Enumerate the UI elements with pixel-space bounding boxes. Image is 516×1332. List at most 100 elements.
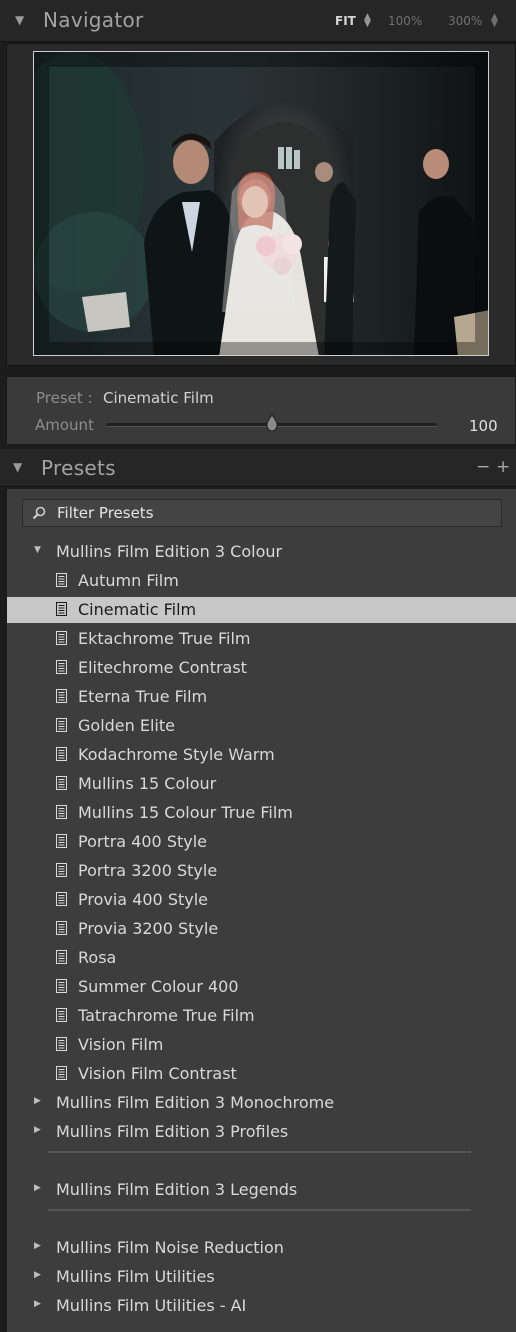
- preset-document-icon: [56, 1008, 67, 1022]
- preset-item-row[interactable]: Vision Film Contrast: [7, 1061, 516, 1087]
- preset-document-icon: [56, 602, 67, 616]
- preset-folder-label: Mullins Film Edition 3 Profiles: [56, 1122, 289, 1141]
- preset-document-icon: [56, 805, 67, 819]
- preset-document-icon: [56, 950, 67, 964]
- preset-item-label: Tatrachrome True Film: [78, 1006, 255, 1025]
- navigator-panel: [6, 43, 516, 366]
- preset-item-row[interactable]: Provia 400 Style: [7, 887, 516, 913]
- navigator-preview-image[interactable]: [33, 51, 489, 356]
- preset-document-icon: [56, 573, 67, 587]
- preset-item-label: Portra 3200 Style: [78, 861, 218, 880]
- preset-label: Preset :: [36, 389, 93, 407]
- preset-document-icon: [56, 718, 67, 732]
- add-preset-button[interactable]: +: [496, 457, 510, 477]
- preset-item-label: Portra 400 Style: [78, 832, 207, 851]
- preset-item-row[interactable]: Cinematic Film: [7, 597, 516, 623]
- triangle-right-icon[interactable]: ▶: [34, 1241, 41, 1251]
- preset-item-row[interactable]: Rosa: [7, 945, 516, 971]
- filter-presets-input[interactable]: Filter Presets: [22, 499, 502, 527]
- preset-item-label: Provia 400 Style: [78, 890, 208, 909]
- preset-item-label: Rosa: [78, 948, 117, 967]
- preset-folder-label: Mullins Film Edition 3 Legends: [56, 1180, 298, 1199]
- preset-document-icon: [56, 747, 67, 761]
- preset-folder-row[interactable]: ▶ Mullins Film Edition 3 Profiles: [7, 1119, 516, 1145]
- zoom-fit-stepper-icon[interactable]: ▲ ▼: [364, 13, 371, 29]
- preset-folder-row[interactable]: ▶ Mullins Film Noise Reduction: [7, 1235, 516, 1261]
- preset-item-label: Vision Film: [78, 1035, 164, 1054]
- group-divider: [48, 1209, 471, 1211]
- preset-document-icon: [56, 660, 67, 674]
- preset-folder-row[interactable]: ▶ Mullins Film Edition 3 Monochrome: [7, 1090, 516, 1116]
- preset-item-label: Golden Elite: [78, 716, 175, 735]
- preset-folder-label: Mullins Film Edition 3 Colour: [56, 542, 283, 561]
- preset-document-icon: [56, 776, 67, 790]
- amount-label: Amount: [35, 416, 94, 434]
- triangle-down-icon[interactable]: ▼: [34, 545, 41, 555]
- preset-item-row[interactable]: Autumn Film: [7, 568, 516, 594]
- preset-folder-label: Mullins Film Utilities: [56, 1267, 215, 1286]
- zoom-300-button[interactable]: 300%: [448, 14, 482, 28]
- preset-item-row[interactable]: Portra 3200 Style: [7, 858, 516, 884]
- collapse-triangle-icon[interactable]: ▼: [13, 460, 22, 474]
- preset-item-label: Cinematic Film: [78, 600, 197, 619]
- preset-folder-row[interactable]: ▶ Mullins Film Edition 3 Legends: [7, 1177, 516, 1203]
- presets-header[interactable]: ▼ Presets − +: [0, 449, 516, 487]
- triangle-right-icon[interactable]: ▶: [34, 1096, 41, 1106]
- preset-item-row[interactable]: Portra 400 Style: [7, 829, 516, 855]
- triangle-right-icon[interactable]: ▶: [34, 1125, 41, 1135]
- preset-item-label: Vision Film Contrast: [78, 1064, 237, 1083]
- preset-document-icon: [56, 834, 67, 848]
- presets-title: Presets: [41, 456, 116, 480]
- group-divider: [48, 1151, 471, 1153]
- preset-folder-label: Mullins Film Noise Reduction: [56, 1238, 284, 1257]
- preset-folder-row[interactable]: ▶ Mullins Film Utilities: [7, 1264, 516, 1290]
- remove-preset-button[interactable]: −: [476, 457, 490, 477]
- zoom-300-stepper-icon[interactable]: ▲ ▼: [491, 13, 498, 29]
- preset-item-label: Provia 3200 Style: [78, 919, 219, 938]
- preset-item-row[interactable]: Eterna True Film: [7, 684, 516, 710]
- preset-item-row[interactable]: Ektachrome True Film: [7, 626, 516, 652]
- amount-slider-thumb[interactable]: [265, 414, 279, 432]
- preset-item-label: Autumn Film: [78, 571, 179, 590]
- amount-value[interactable]: 100: [469, 417, 498, 435]
- preset-document-icon: [56, 1066, 67, 1080]
- zoom-fit-button[interactable]: FIT: [335, 14, 356, 28]
- triangle-right-icon[interactable]: ▶: [34, 1299, 41, 1309]
- triangle-right-icon[interactable]: ▶: [34, 1270, 41, 1280]
- preset-folder-row[interactable]: ▼ Mullins Film Edition 3 Colour: [7, 539, 516, 565]
- preset-amount-panel: Preset : Cinematic Film Amount 100: [6, 376, 516, 445]
- preset-item-label: Summer Colour 400: [78, 977, 239, 996]
- preset-item-row[interactable]: Kodachrome Style Warm: [7, 742, 516, 768]
- navigator-header[interactable]: ▼ Navigator FIT ▲ ▼ 100% 300% ▲ ▼: [0, 0, 516, 42]
- preset-document-icon: [56, 863, 67, 877]
- preset-item-row[interactable]: Elitechrome Contrast: [7, 655, 516, 681]
- preset-document-icon: [56, 1037, 67, 1051]
- preset-folder-label: Mullins Film Utilities - AI: [56, 1296, 247, 1315]
- preset-document-icon: [56, 921, 67, 935]
- preset-item-row[interactable]: Summer Colour 400: [7, 974, 516, 1000]
- preset-item-label: Ektachrome True Film: [78, 629, 251, 648]
- preset-item-label: Eterna True Film: [78, 687, 208, 706]
- preset-item-label: Mullins 15 Colour True Film: [78, 803, 293, 822]
- zoom-100-button[interactable]: 100%: [388, 14, 422, 28]
- preset-document-icon: [56, 689, 67, 703]
- preset-document-icon: [56, 631, 67, 645]
- preset-item-row[interactable]: Mullins 15 Colour: [7, 771, 516, 797]
- filter-presets-placeholder: Filter Presets: [57, 504, 154, 522]
- preset-item-row[interactable]: Mullins 15 Colour True Film: [7, 800, 516, 826]
- preset-item-row[interactable]: Tatrachrome True Film: [7, 1003, 516, 1029]
- preset-item-row[interactable]: Provia 3200 Style: [7, 916, 516, 942]
- collapse-triangle-icon[interactable]: ▼: [15, 13, 24, 27]
- search-icon: [32, 506, 46, 520]
- preset-item-row[interactable]: Golden Elite: [7, 713, 516, 739]
- preset-item-label: Kodachrome Style Warm: [78, 745, 275, 764]
- triangle-right-icon[interactable]: ▶: [34, 1183, 41, 1193]
- preset-folder-row[interactable]: ▶ Mullins Film Utilities - AI: [7, 1293, 516, 1319]
- preset-item-label: Elitechrome Contrast: [78, 658, 247, 677]
- navigator-title: Navigator: [43, 8, 144, 32]
- preset-folder-label: Mullins Film Edition 3 Monochrome: [56, 1093, 335, 1112]
- preset-document-icon: [56, 892, 67, 906]
- preset-item-label: Mullins 15 Colour: [78, 774, 217, 793]
- presets-panel: Filter Presets ▼ Mullins Film Edition 3 C…: [6, 489, 516, 1332]
- preset-item-row[interactable]: Vision Film: [7, 1032, 516, 1058]
